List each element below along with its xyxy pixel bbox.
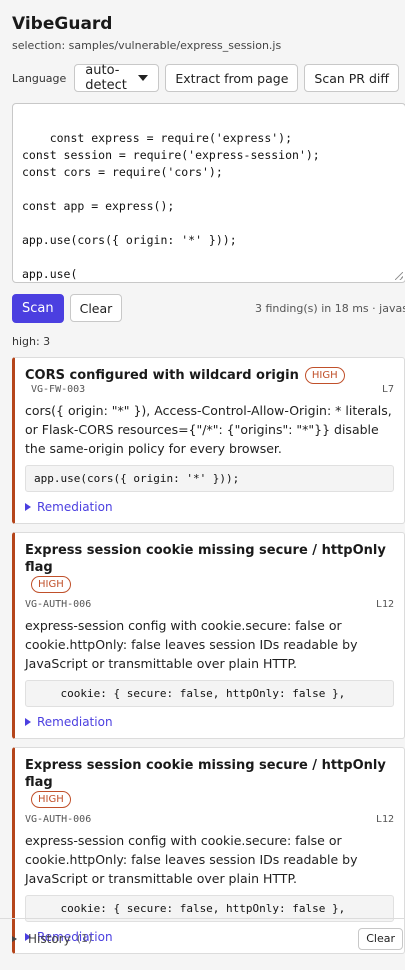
code-snippet: cookie: { secure: false, httpOnly: false… [25,680,394,707]
finding-description: express-session config with cookie.secur… [25,833,358,886]
history-clear-button[interactable]: Clear [358,927,403,950]
remediation-label: Remediation [37,500,113,514]
extract-from-page-button[interactable]: Extract from page [165,64,299,92]
history-toggle[interactable]: History [28,932,71,946]
severity-summary: high: 3 [12,335,51,348]
line-number: L7 [381,384,394,395]
scan-summary: 3 finding(s) in 18 ms · javascript [255,301,405,315]
rule-id: VG-AUTH-006 [25,599,92,610]
controls-bar: Language auto-detect Extract from page S… [12,63,405,93]
finding-card: Express session cookie missing secure / … [12,532,405,739]
remediation-toggle[interactable]: Remediation [25,500,394,514]
finding-title: CORS configured with wildcard origin [25,368,299,383]
finding-card: CORS configured with wildcard origin HIG… [12,357,405,524]
code-text: const express = require('express'); cons… [22,131,320,281]
clear-button[interactable]: Clear [69,294,123,322]
line-number: L12 [375,599,394,610]
chevron-down-icon [138,75,149,81]
code-snippet: app.use(cors({ origin: '*' })); [25,465,394,492]
line-number: L12 [375,814,394,825]
history-count: (1) [76,932,93,945]
finding-description: cors({ origin: "*" }), Access-Control-Al… [25,403,392,456]
scan-button[interactable]: Scan [12,293,64,323]
language-select-value: auto-detect [85,63,127,93]
expand-triangle-icon [25,718,31,726]
history-section: History (1) Clear [0,918,405,958]
finding-title: Express session cookie missing secure / … [25,758,386,790]
actions-bar: Scan Clear 3 finding(s) in 18 ms · javas… [12,293,405,323]
scan-pr-diff-button[interactable]: Scan PR diff [304,64,399,92]
language-select[interactable]: auto-detect [74,63,160,93]
finding-description: express-session config with cookie.secur… [25,618,358,671]
remediation-toggle[interactable]: Remediation [25,715,394,729]
code-input[interactable]: const express = require('express'); cons… [12,103,405,283]
remediation-label: Remediation [37,715,113,729]
severity-badge: HIGH [304,367,345,384]
resize-handle-icon[interactable] [395,272,403,280]
history-expand-icon[interactable] [12,935,17,942]
rule-id: VG-FW-003 [31,384,86,395]
expand-triangle-icon [25,503,31,511]
severity-badge: HIGH [31,576,71,593]
selection-path: selection: samples/vulnerable/express_se… [12,39,282,52]
rule-id: VG-AUTH-006 [25,814,92,825]
severity-badge: HIGH [31,791,71,808]
finding-title: Express session cookie missing secure / … [25,543,386,575]
language-label: Language [12,71,67,85]
app-title: VibeGuard [12,14,113,34]
